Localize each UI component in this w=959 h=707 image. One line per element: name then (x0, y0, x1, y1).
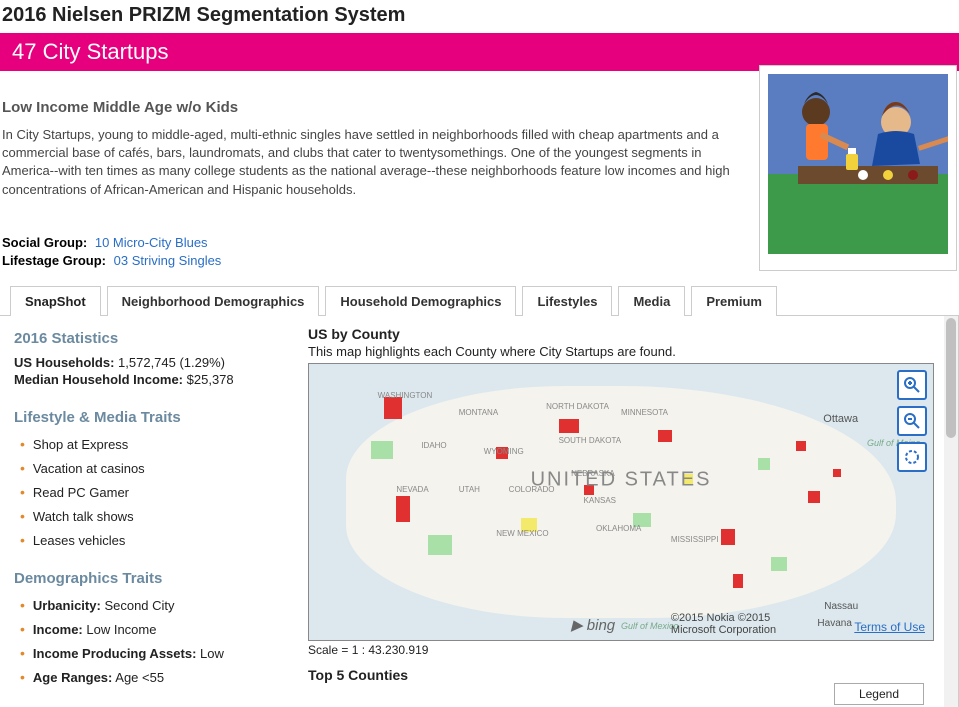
households-value: 1,572,745 (1.29%) (118, 355, 225, 370)
map-subtitle: This map highlights each County where Ci… (308, 344, 934, 359)
list-item: Read PC Gamer (20, 484, 288, 500)
social-group-label: Social Group: (2, 235, 87, 250)
map-scale: Scale = 1 : 43.230.919 (308, 643, 934, 657)
lifestyle-heading: Lifestyle & Media Traits (14, 409, 288, 426)
map-copyright: ©2015 Nokia ©2015 Microsoft Corporation (671, 612, 811, 636)
tab-premium[interactable]: Premium (691, 286, 777, 316)
list-item: Shop at Express (20, 436, 288, 452)
map-city-label: Havana (817, 618, 851, 629)
list-item: Watch talk shows (20, 508, 288, 524)
sub-header: Low Income Middle Age w/o Kids (2, 99, 739, 116)
income-label: Median Household Income: (14, 372, 183, 387)
tab-snapshot[interactable]: SnapShot (10, 286, 101, 316)
map-canvas[interactable]: WASHINGTON MONTANA NORTH DAKOTA MINNESOT… (308, 363, 934, 641)
list-item: Urbanicity: Second City (20, 597, 288, 613)
segment-description: In City Startups, young to middle-aged, … (2, 126, 739, 199)
segment-illustration (759, 65, 957, 271)
list-item: Income Producing Assets: Low (20, 645, 288, 661)
scrollbar-thumb[interactable] (946, 318, 956, 438)
list-item: Income: Low Income (20, 621, 288, 637)
zoom-in-button[interactable] (897, 370, 927, 400)
bing-logo: ▶ bing (571, 616, 615, 634)
lifestage-group-link[interactable]: 03 Striving Singles (114, 253, 222, 268)
tab-household-demographics[interactable]: Household Demographics (325, 286, 516, 316)
page-title: 2016 Nielsen PRIZM Segmentation System (0, 0, 959, 33)
households-label: US Households: (14, 355, 114, 370)
lifestage-group-label: Lifestage Group: (2, 253, 106, 268)
map-city-label: Ottawa (823, 413, 858, 425)
tab-neighborhood-demographics[interactable]: Neighborhood Demographics (107, 286, 320, 316)
tab-lifestyles[interactable]: Lifestyles (522, 286, 612, 316)
demographics-heading: Demographics Traits (14, 570, 288, 587)
statistics-heading: 2016 Statistics (14, 330, 288, 347)
social-group-link[interactable]: 10 Micro-City Blues (95, 235, 208, 250)
map-water-label: Gulf of Mexico (621, 621, 679, 631)
tab-bar: SnapShot Neighborhood Demographics House… (0, 285, 959, 316)
list-item: Age Ranges: Age <55 (20, 669, 288, 685)
list-item: Leases vehicles (20, 532, 288, 548)
terms-of-use-link[interactable]: Terms of Use (854, 620, 925, 634)
scrollbar[interactable] (944, 316, 958, 707)
lifestyle-traits-list: Shop at Express Vacation at casinos Read… (14, 436, 288, 548)
map-country-label: UNITED STATES (531, 468, 712, 491)
tab-media[interactable]: Media (618, 286, 685, 316)
map-title: US by County (308, 326, 934, 342)
map-city-label: Nassau (824, 601, 858, 612)
legend-toggle[interactable]: Legend (834, 683, 924, 705)
zoom-out-button[interactable] (897, 406, 927, 436)
demographics-traits-list: Urbanicity: Second City Income: Low Inco… (14, 597, 288, 685)
list-item: Vacation at casinos (20, 460, 288, 476)
zoom-extent-button[interactable] (897, 442, 927, 472)
income-value: $25,378 (187, 372, 234, 387)
top-5-counties-heading: Top 5 Counties (308, 667, 934, 683)
